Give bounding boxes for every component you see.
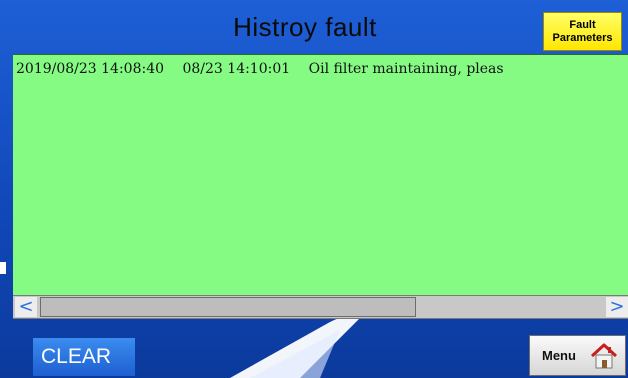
fault-date-time: 2019/08/23 14:08:40 [16,61,165,77]
scroll-right-arrow-icon[interactable]: > [606,297,628,317]
page-title: Histroy fault [233,12,377,42]
hmi-screen: Histroy fault Fault Parameters 2019/08/2… [0,0,628,378]
fault-message: Oil filter maintaining, pleas [308,61,504,77]
fault-parameters-label-line1: Fault [569,18,596,31]
horizontal-scrollbar[interactable]: < > [13,295,628,319]
scrollbar-thumb[interactable] [40,297,416,317]
fault-history-list[interactable]: 2019/08/23 14:08:40 08/23 14:10:01 Oil f… [13,54,628,296]
fault-clear-time: 08/23 14:10:01 [182,61,291,77]
clear-button[interactable]: CLEAR [33,338,135,376]
menu-button[interactable]: Menu [529,335,626,376]
house-icon [590,343,618,369]
list-item[interactable]: 2019/08/23 14:08:40 08/23 14:10:01 Oil f… [16,61,518,77]
edge-marker [0,262,6,274]
scroll-left-arrow-icon[interactable]: < [15,297,37,317]
fault-parameters-label-line2: Parameters [552,31,613,44]
menu-label: Menu [542,348,576,363]
fault-parameters-button[interactable]: Fault Parameters [543,12,622,51]
